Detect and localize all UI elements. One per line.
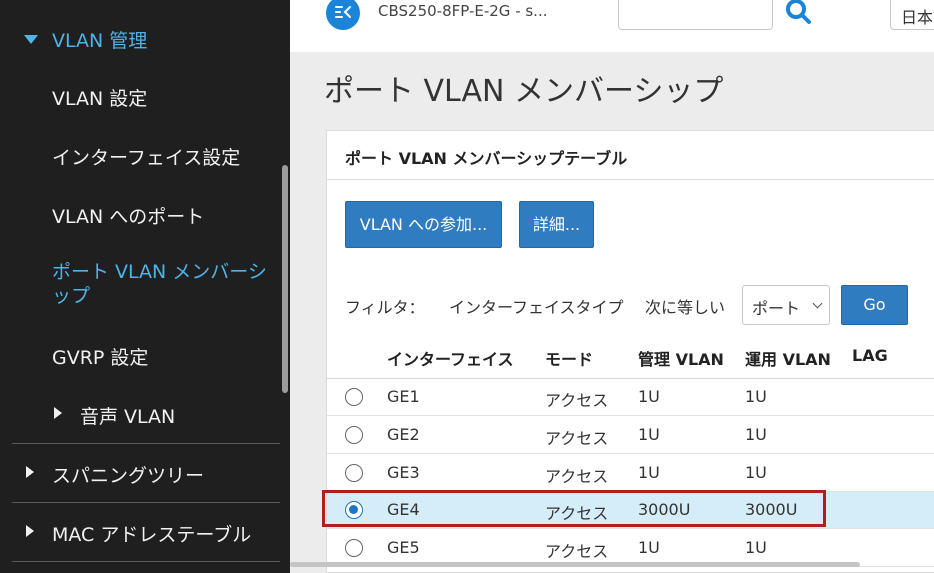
cell-interface: GE5 bbox=[387, 538, 420, 557]
sidebar-scrollbar[interactable] bbox=[282, 165, 288, 393]
chevron-down-icon bbox=[812, 298, 823, 309]
cell-mode: アクセス bbox=[545, 542, 609, 561]
go-button[interactable]: Go bbox=[841, 285, 908, 325]
sidebar-section-vlan-management[interactable]: VLAN 管理 bbox=[0, 26, 282, 56]
top-bar: CBS250-8FP-E-2G - s... 日本語 bbox=[290, 0, 934, 52]
table-row-selected[interactable]: GE4 アクセス 3000U 3000U bbox=[327, 492, 934, 529]
column-header-lag[interactable]: LAG bbox=[852, 346, 888, 365]
filter-condition-label: 次に等しい bbox=[645, 298, 726, 317]
cell-admin-vlan: 1U bbox=[638, 387, 660, 406]
language-select[interactable]: 日本語 bbox=[890, 0, 934, 30]
sidebar-divider bbox=[12, 443, 280, 444]
cell-mode: アクセス bbox=[545, 391, 609, 410]
cell-admin-vlan: 1U bbox=[638, 538, 660, 557]
cell-interface: GE1 bbox=[387, 387, 420, 406]
column-header-admin-vlan[interactable]: 管理 VLAN bbox=[638, 346, 724, 370]
search-input[interactable] bbox=[618, 0, 773, 30]
main-content: ポート VLAN メンバーシップ ポート VLAN メンバーシップテーブル VL… bbox=[290, 52, 934, 573]
sidebar-item-label: インターフェイス設定 bbox=[52, 147, 241, 169]
cell-oper-vlan: 1U bbox=[745, 463, 767, 482]
sidebar-section-spanning-tree[interactable]: スパニングツリー bbox=[0, 461, 282, 487]
sidebar-section-label: MAC アドレステーブル bbox=[52, 524, 252, 546]
expand-right-icon bbox=[54, 407, 62, 419]
expand-down-icon bbox=[24, 35, 38, 44]
device-name: CBS250-8FP-E-2G - s... bbox=[378, 2, 548, 20]
table-row[interactable]: GE2 アクセス 1U 1U bbox=[327, 417, 934, 454]
cell-oper-vlan: 1U bbox=[745, 425, 767, 444]
join-vlan-button[interactable]: VLAN への参加... bbox=[345, 201, 502, 248]
row-radio[interactable] bbox=[345, 539, 363, 557]
sidebar-item-label: VLAN へのポート bbox=[52, 206, 205, 228]
cell-admin-vlan: 3000U bbox=[638, 500, 691, 519]
filter-field-label: インターフェイスタイプ bbox=[449, 298, 624, 317]
column-header-oper-vlan[interactable]: 運用 VLAN bbox=[745, 346, 831, 370]
page-title: ポート VLAN メンバーシップ bbox=[324, 74, 724, 109]
cell-interface: GE4 bbox=[387, 500, 420, 519]
sidebar-section-label: スパニングツリー bbox=[52, 465, 205, 487]
row-radio[interactable] bbox=[345, 426, 363, 444]
sidebar-divider bbox=[12, 561, 280, 562]
sidebar-section-label: VLAN 管理 bbox=[52, 30, 148, 52]
horizontal-scrollbar[interactable] bbox=[290, 562, 860, 567]
filter-label: フィルタ： bbox=[345, 298, 425, 317]
cell-oper-vlan: 1U bbox=[745, 387, 767, 406]
sidebar-item-voice-vlan[interactable]: 音声 VLAN bbox=[0, 402, 282, 428]
column-header-interface[interactable]: インターフェイス bbox=[387, 346, 514, 370]
sidebar-item-label: VLAN 設定 bbox=[52, 88, 148, 110]
membership-table-panel: ポート VLAN メンバーシップテーブル VLAN への参加... 詳細... … bbox=[326, 130, 934, 573]
cell-mode: アクセス bbox=[545, 467, 609, 486]
cell-admin-vlan: 1U bbox=[638, 463, 660, 482]
cell-interface: GE2 bbox=[387, 425, 420, 444]
sidebar-divider bbox=[12, 502, 280, 503]
expand-right-icon bbox=[26, 525, 34, 537]
table-row[interactable]: GE1 アクセス 1U 1U bbox=[327, 379, 934, 416]
sidebar-section-mac-table[interactable]: MAC アドレステーブル bbox=[0, 520, 282, 546]
panel-divider bbox=[327, 179, 934, 180]
panel-title: ポート VLAN メンバーシップテーブル bbox=[345, 149, 628, 168]
cell-admin-vlan: 1U bbox=[638, 425, 660, 444]
row-radio-selected[interactable] bbox=[345, 501, 363, 519]
search-icon[interactable] bbox=[783, 0, 815, 30]
cell-mode: アクセス bbox=[545, 504, 609, 523]
row-radio[interactable] bbox=[345, 388, 363, 406]
select-value: ポート bbox=[752, 299, 801, 318]
sidebar-item-label: GVRP 設定 bbox=[52, 347, 149, 369]
cell-mode: アクセス bbox=[545, 429, 609, 448]
column-header-mode[interactable]: モード bbox=[545, 346, 593, 370]
cell-oper-vlan: 3000U bbox=[745, 500, 798, 519]
expand-right-icon bbox=[26, 466, 34, 478]
details-button[interactable]: 詳細... bbox=[519, 201, 594, 248]
interface-type-select[interactable]: ポート bbox=[742, 285, 830, 325]
sidebar-item-label: 音声 VLAN bbox=[80, 406, 176, 428]
cisco-business-logo-icon bbox=[326, 0, 360, 30]
cell-oper-vlan: 1U bbox=[745, 538, 767, 557]
cell-interface: GE3 bbox=[387, 463, 420, 482]
row-radio[interactable] bbox=[345, 464, 363, 482]
table-row[interactable]: GE3 アクセス 1U 1U bbox=[327, 455, 934, 492]
sidebar-nav: VLAN 管理 VLAN 設定 インターフェイス設定 VLAN へのポート ポー… bbox=[0, 0, 290, 573]
